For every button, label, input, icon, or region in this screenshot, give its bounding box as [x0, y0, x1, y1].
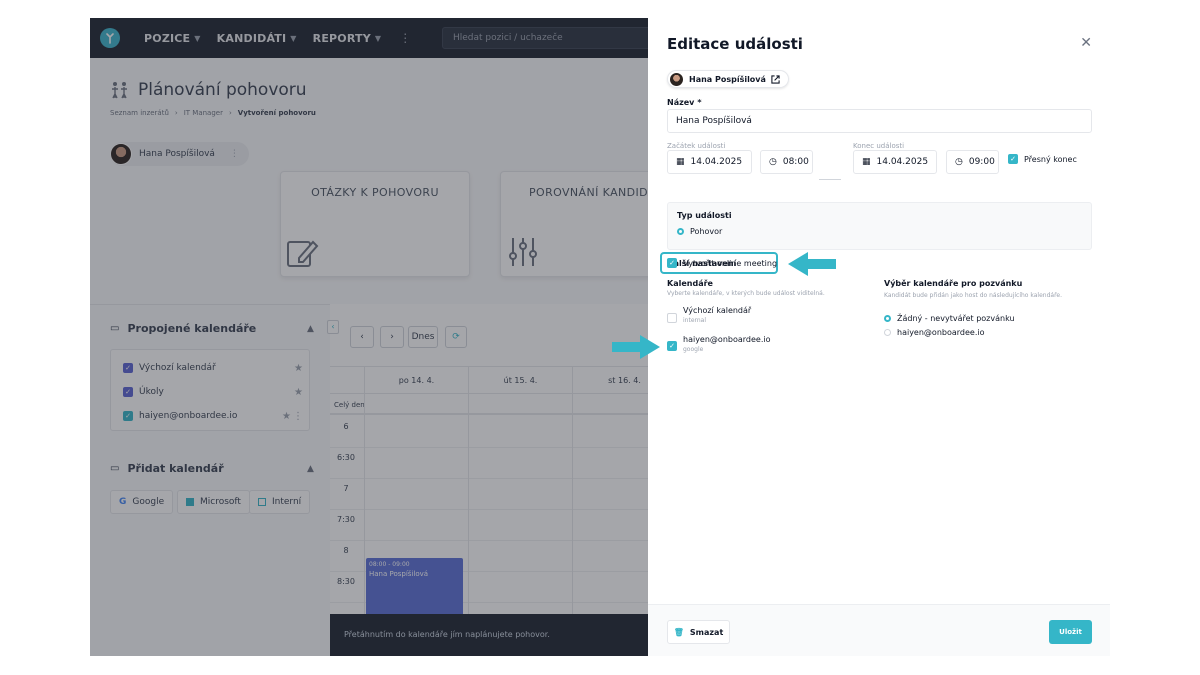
start-date-input[interactable]: ▦ 14.04.2025 — [667, 150, 752, 174]
label-text: Název — [667, 98, 695, 107]
avatar — [669, 71, 684, 87]
calendars-hint: Vyberte kalendáře, v kterých bude událos… — [667, 290, 825, 297]
type-label: Typ události — [677, 211, 732, 220]
end-label: Konec události — [853, 142, 905, 150]
checkbox[interactable]: ✓ — [667, 258, 677, 268]
invite-option[interactable]: Žádný - nevytvářet pozvánku — [884, 314, 1015, 323]
calendar-name: Výchozí kalendář — [683, 306, 752, 315]
radio[interactable] — [677, 228, 684, 235]
app-window: POZICE ▼ KANDIDÁTI ▼ REPORTY ▼ ⋮ Hledat poz… — [90, 18, 1110, 656]
exact-end-checkbox[interactable]: ✓ Přesný konec — [1008, 154, 1077, 164]
invite-label: Výběr kalendáře pro pozvánku — [884, 279, 1023, 288]
calendar-icon: ▦ — [676, 157, 685, 167]
radio-label: haiyen@onboardee.io — [897, 328, 985, 337]
radio[interactable] — [884, 329, 891, 336]
arrow-left-icon — [788, 252, 836, 276]
radio[interactable] — [884, 315, 891, 322]
radio-label: Žádný - nevytvářet pozvánku — [897, 314, 1015, 323]
save-button[interactable]: Uložit — [1049, 620, 1092, 644]
clock-icon: ◷ — [769, 157, 777, 167]
button-label: Smazat — [689, 627, 724, 637]
delete-button[interactable]: 🗑 Smazat — [667, 620, 730, 644]
calendar-option[interactable]: ✓ haiyen@onboardee.io google — [667, 335, 771, 353]
checkbox-label: Vytvořit online meeting — [683, 258, 778, 268]
calendar-option[interactable]: Výchozí kalendář internal — [667, 306, 751, 324]
calendar-name: haiyen@onboardee.io — [683, 335, 771, 344]
arrow-right-icon — [612, 335, 660, 359]
end-date-input[interactable]: ▦ 14.04.2025 — [853, 150, 937, 174]
invite-hint: Kandidát bude přidán jako host do násled… — [884, 292, 1062, 299]
candidate-name: Hana Pospíšilová — [689, 74, 766, 84]
start-date-value: 14.04.2025 — [690, 157, 743, 167]
end-date-value: 14.04.2025 — [876, 157, 929, 167]
event-type-box: Typ události Pohovor — [667, 202, 1092, 250]
calendars-label: Kalendáře — [667, 279, 713, 288]
name-input[interactable]: Hana Pospíšilová — [667, 109, 1092, 133]
radio-label: Pohovor — [690, 227, 723, 236]
checkbox-label: Přesný konec — [1024, 154, 1077, 164]
name-label: Název * — [667, 98, 702, 107]
invite-option[interactable]: haiyen@onboardee.io — [884, 328, 985, 337]
edit-event-panel: Editace události ✕ Hana Pospíšilová Náze… — [612, 18, 1110, 656]
start-label: Začátek události — [667, 142, 726, 150]
calendar-source: google — [683, 346, 704, 353]
checkbox[interactable]: ✓ — [667, 341, 677, 351]
candidate-chip[interactable]: Hana Pospíšilová — [667, 70, 789, 88]
trash-icon: 🗑 — [673, 627, 684, 637]
calendar-option-text: Výchozí kalendář internal — [683, 306, 751, 324]
calendar-icon: ▦ — [862, 157, 871, 167]
checkbox[interactable]: ✓ — [1008, 154, 1018, 164]
clock-icon: ◷ — [955, 157, 963, 167]
panel-title: Editace události — [667, 35, 803, 53]
close-icon[interactable]: ✕ — [1080, 35, 1092, 51]
panel-footer: 🗑 Smazat Uložit — [648, 604, 1110, 656]
type-option-pohovor[interactable]: Pohovor — [677, 227, 722, 236]
checkbox[interactable] — [667, 313, 677, 323]
range-separator — [819, 179, 841, 180]
online-meeting-checkbox[interactable]: ✓ Vytvořit online meeting — [667, 258, 777, 268]
end-time-input[interactable]: ◷ 09:00 — [946, 150, 999, 174]
calendar-option-text: haiyen@onboardee.io google — [683, 335, 771, 353]
start-time-input[interactable]: ◷ 08:00 — [760, 150, 813, 174]
modal-overlay[interactable] — [90, 18, 648, 656]
external-link-icon[interactable] — [771, 74, 780, 84]
calendar-source: internal — [683, 317, 707, 324]
required-mark: * — [697, 98, 702, 107]
end-time-value: 09:00 — [968, 157, 995, 167]
start-time-value: 08:00 — [782, 157, 809, 167]
